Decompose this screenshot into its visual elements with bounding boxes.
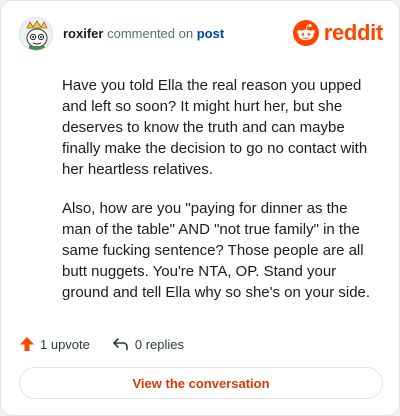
- reddit-logo-icon: [292, 20, 319, 46]
- comment-meta: roxifer commented on post: [63, 26, 224, 41]
- action-text: commented on: [107, 26, 194, 41]
- avatar-image: [20, 18, 52, 50]
- avatar[interactable]: [19, 17, 53, 51]
- reply-icon: [113, 338, 128, 351]
- comment-paragraph-2: Also, how are you "paying for dinner as …: [62, 200, 371, 301]
- post-link[interactable]: post: [197, 26, 224, 41]
- upvote-count: 1 upvote: [40, 336, 90, 352]
- view-conversation-button[interactable]: View the conversation: [19, 367, 383, 399]
- comment-body: Have you told Ella the real reason you u…: [62, 75, 380, 321]
- comment-paragraph-1: Have you told Ella the real reason you u…: [62, 77, 368, 178]
- upvote-stat[interactable]: 1 upvote: [19, 336, 90, 352]
- reddit-brand[interactable]: reddit: [292, 19, 384, 47]
- reply-count: 0 replies: [134, 336, 185, 352]
- upvote-icon: [20, 337, 34, 351]
- comment-header: roxifer commented on post reddit: [19, 17, 383, 53]
- username[interactable]: roxifer: [63, 26, 103, 41]
- embed-card: roxifer commented on post reddit Have yo…: [0, 0, 400, 416]
- reply-stat[interactable]: 0 replies: [112, 336, 184, 352]
- brand-wordmark: reddit: [323, 20, 384, 45]
- comment-footer: 1 upvote 0 replies: [19, 333, 206, 355]
